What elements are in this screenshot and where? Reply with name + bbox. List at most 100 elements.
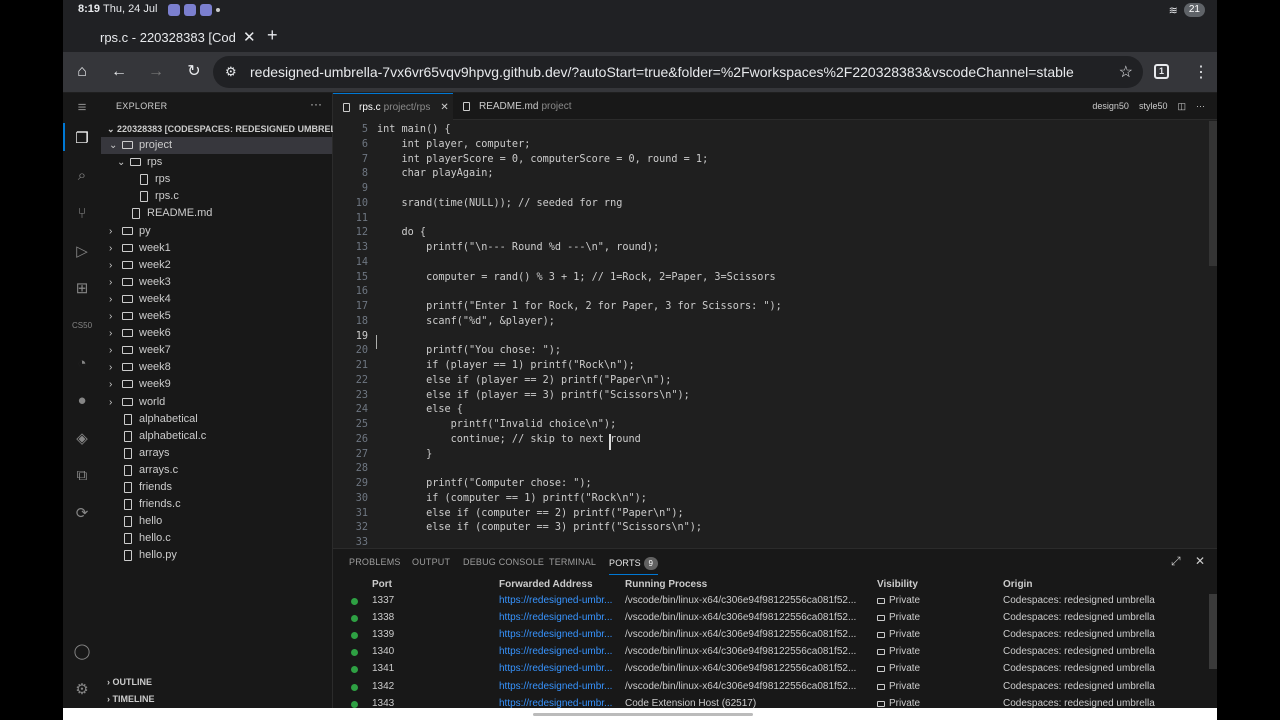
forward-icon[interactable]: →	[146, 62, 166, 82]
folder-item[interactable]: › world	[101, 394, 332, 411]
file-item[interactable]: friends.c	[101, 496, 332, 513]
extensions-icon[interactable]: ⊞	[72, 279, 92, 299]
code-line: 6 int player, computer;	[333, 137, 1217, 152]
folder-item[interactable]: › week3	[101, 274, 332, 291]
file-item[interactable]: arrays.c	[101, 462, 332, 479]
python-icon[interactable]: ⧉	[72, 466, 92, 486]
tab-debug-console[interactable]: DEBUG CONSOLE	[463, 557, 544, 567]
editor-actions: design50 style50 ◫ ···	[1092, 93, 1205, 120]
tab-terminal[interactable]: TERMINAL	[549, 557, 596, 567]
code-editor[interactable]: 5 int main() {6 int player, computer; 7 in…	[333, 121, 1217, 548]
code-line: 10 srand(time(NULL)); // seeded for rng	[333, 196, 1217, 211]
file-item[interactable]: arrays	[101, 445, 332, 462]
folder-item[interactable]: ⌄ rps	[101, 154, 332, 171]
tab-readme[interactable]: README.md project	[453, 93, 583, 120]
forwarded-address-link[interactable]: https://redesigned-umbr...	[499, 612, 617, 623]
col-running-process[interactable]: Running Process	[625, 579, 707, 590]
folder-item[interactable]: › week9	[101, 376, 332, 393]
table-row[interactable]: 1341 https://redesigned-umbr... /vscode/bi…	[333, 661, 1205, 678]
folder-item[interactable]: › py	[101, 223, 332, 240]
file-item[interactable]: README.md	[101, 205, 332, 222]
maximize-panel-icon[interactable]: ⤢	[1171, 554, 1181, 569]
forwarded-address-link[interactable]: https://redesigned-umbr...	[499, 646, 617, 657]
table-row[interactable]: 1339 https://redesigned-umbr... /vscode/bi…	[333, 627, 1205, 644]
file-item[interactable]: friends	[101, 479, 332, 496]
style50-button[interactable]: style50	[1139, 93, 1168, 120]
file-item[interactable]: rps.c	[101, 188, 332, 205]
folder-item[interactable]: › week6	[101, 325, 332, 342]
bookmark-star-icon[interactable]: ☆	[1119, 62, 1133, 82]
gesture-home-bar[interactable]	[533, 713, 753, 716]
cube-icon[interactable]: ◈	[72, 429, 92, 449]
folder-item[interactable]: › week8	[101, 359, 332, 376]
outline-section[interactable]: › OUTLINE	[107, 677, 152, 687]
notification-icons	[168, 4, 220, 16]
tab-switcher-button[interactable]: 1	[1154, 64, 1169, 79]
file-item[interactable]: alphabetical	[101, 411, 332, 428]
tab-rps-c[interactable]: rps.c project/rps ✕	[333, 93, 453, 120]
back-icon[interactable]: ←	[109, 62, 129, 82]
file-item[interactable]: hello	[101, 513, 332, 530]
tab-problems[interactable]: PROBLEMS	[349, 557, 401, 567]
ports-count-badge: 9	[643, 557, 658, 570]
close-panel-icon[interactable]: ✕	[1195, 554, 1205, 568]
account-icon[interactable]: ◯	[72, 642, 92, 662]
folder-item[interactable]: › week5	[101, 308, 332, 325]
remote-explorer-icon[interactable]: ⟳	[72, 504, 92, 524]
file-item[interactable]: hello.py	[101, 547, 332, 564]
more-actions-icon[interactable]: ···	[310, 97, 322, 111]
menu-icon[interactable]: ≡	[72, 98, 92, 118]
code-line: 28	[333, 461, 1217, 476]
folder-item[interactable]: › week7	[101, 342, 332, 359]
source-control-icon[interactable]: ⑂	[72, 204, 92, 224]
close-tab-icon[interactable]: ✕	[243, 28, 256, 46]
editor-scrollbar[interactable]	[1209, 121, 1217, 266]
panel-scrollbar[interactable]	[1209, 594, 1217, 669]
forwarded-address-link[interactable]: https://redesigned-umbr...	[499, 681, 617, 692]
port-cell: 1338	[372, 612, 395, 624]
folder-item[interactable]: › week2	[101, 257, 332, 274]
table-row[interactable]: 1342 https://redesigned-umbr... /vscode/bi…	[333, 679, 1205, 696]
folder-item[interactable]: › week4	[101, 291, 332, 308]
split-editor-icon[interactable]: ◫	[1177, 93, 1186, 120]
cs50-icon[interactable]: CS50	[72, 316, 92, 336]
table-row[interactable]: 1337 https://redesigned-umbr... /vscode/bi…	[333, 593, 1205, 610]
ddb-duck-icon[interactable]: ◔	[72, 354, 92, 374]
reload-icon[interactable]: ↻	[184, 62, 204, 82]
home-icon[interactable]: ⌂	[72, 62, 92, 82]
tree-item-label: README.md	[147, 207, 213, 220]
folder-item[interactable]: ⌄ project	[101, 137, 332, 154]
col-forwarded-address[interactable]: Forwarded Address	[499, 579, 593, 590]
design50-button[interactable]: design50	[1092, 93, 1129, 120]
table-row[interactable]: 1340 https://redesigned-umbr... /vscode/bi…	[333, 644, 1205, 661]
browser-tab[interactable]: rps.c - 220328383 [Codespaces: redesigne…	[73, 22, 259, 52]
col-port[interactable]: Port	[372, 579, 392, 590]
workspace-header[interactable]: ⌄ 220328383 [CODESPACES: REDESIGNED UMBR…	[107, 124, 351, 135]
address-bar[interactable]: ⚙ redesigned-umbrella-7vx6vr65vqv9hpvg.g…	[213, 56, 1143, 88]
forwarded-address-link[interactable]: https://redesigned-umbr...	[499, 663, 617, 674]
forwarded-address-link[interactable]: https://redesigned-umbr...	[499, 629, 617, 640]
file-item[interactable]: hello.c	[101, 530, 332, 547]
search-icon[interactable]: ⌕	[72, 166, 92, 186]
site-info-icon[interactable]: ⚙	[225, 64, 237, 80]
tab-ports[interactable]: PORTS 9	[609, 557, 658, 575]
explorer-icon[interactable]: ❐	[72, 129, 92, 149]
browser-menu-icon[interactable]: ⋮	[1193, 62, 1209, 82]
github-icon[interactable]: ●	[72, 391, 92, 411]
file-item[interactable]: alphabetical.c	[101, 428, 332, 445]
run-debug-icon[interactable]: ▷	[72, 242, 92, 262]
col-origin[interactable]: Origin	[1003, 579, 1032, 590]
close-tab-icon[interactable]: ✕	[440, 102, 448, 113]
file-item[interactable]: rps	[101, 171, 332, 188]
timeline-section[interactable]: › TIMELINE	[107, 694, 155, 704]
folder-item[interactable]: › week1	[101, 240, 332, 257]
settings-gear-icon[interactable]: ⚙	[72, 680, 92, 700]
table-row[interactable]: 1338 https://redesigned-umbr... /vscode/bi…	[333, 610, 1205, 627]
new-tab-icon[interactable]: +	[267, 25, 278, 46]
col-visibility[interactable]: Visibility	[877, 579, 918, 590]
forwarded-address-link[interactable]: https://redesigned-umbr...	[499, 595, 617, 606]
forwarded-address-link[interactable]: https://redesigned-umbr...	[499, 698, 617, 709]
more-actions-icon[interactable]: ···	[1196, 93, 1205, 120]
tab-output[interactable]: OUTPUT	[412, 557, 450, 567]
line-text: continue; // skip to next round	[377, 433, 641, 445]
